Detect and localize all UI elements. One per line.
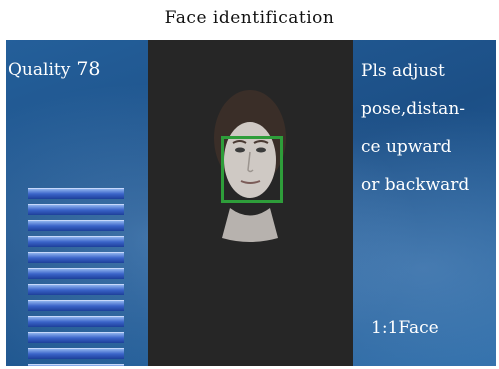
quality-meter-segment (28, 204, 124, 215)
quality-meter (28, 188, 124, 366)
quality-readout: Quality 78 (8, 58, 101, 80)
instruction-line: Pls adjust (361, 61, 445, 81)
quality-meter-segment (28, 220, 124, 231)
quality-meter-segment (28, 300, 124, 311)
match-mode-label: 1:1Face (371, 318, 439, 338)
quality-meter-segment (28, 236, 124, 247)
device-screen: Quality 78 Pls adjust pose,distan- ce up… (6, 40, 496, 366)
quality-meter-segment (28, 188, 124, 199)
quality-meter-segment (28, 316, 124, 327)
screen-title: Face identification (164, 8, 335, 28)
quality-meter-segment (28, 364, 124, 366)
quality-label: Quality (8, 60, 71, 80)
instruction-line: or backward (361, 175, 470, 195)
quality-meter-segment (28, 332, 124, 343)
instruction-line: ce upward (361, 137, 452, 157)
quality-panel: Quality 78 (6, 40, 148, 366)
face-detection-box (221, 136, 283, 203)
quality-meter-segment (28, 348, 124, 359)
instruction-text: Pls adjust pose,distan- ce upward or bac… (361, 56, 469, 208)
quality-meter-segment (28, 284, 124, 295)
camera-preview (148, 40, 353, 366)
instruction-panel: Pls adjust pose,distan- ce upward or bac… (353, 40, 496, 366)
quality-value: 78 (76, 58, 101, 80)
quality-meter-segment (28, 268, 124, 279)
instruction-line: pose,distan- (361, 99, 466, 119)
quality-meter-segment (28, 252, 124, 263)
